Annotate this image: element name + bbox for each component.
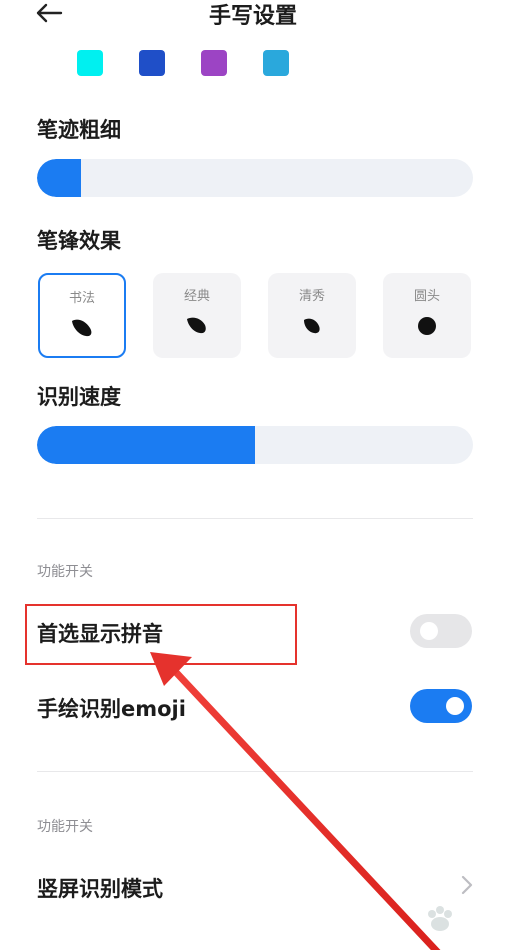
color-swatch-sky[interactable]	[263, 50, 289, 76]
recognition-speed-label: 识别速度	[37, 385, 121, 409]
pen-effect-option-label: 书法	[68, 291, 95, 306]
recognition-speed-slider-fill	[37, 426, 255, 464]
pen-effect-option-label: 圆头	[413, 289, 440, 304]
color-swatch-cyan[interactable]	[77, 50, 103, 76]
pen-effect-option-elegant[interactable]: 清秀	[268, 273, 356, 358]
pen-effect-label: 笔锋效果	[37, 229, 121, 253]
section-caption: 功能开关	[37, 819, 93, 835]
pen-effect-option-label: 清秀	[298, 289, 325, 304]
chevron-right-icon[interactable]	[458, 873, 476, 897]
divider	[37, 518, 473, 519]
stroke-width-slider-fill	[37, 159, 81, 197]
brush-tip-icon	[304, 318, 320, 334]
hand-drawn-emoji-label: 手绘识别emoji	[37, 697, 186, 721]
toggle-knob	[420, 622, 438, 640]
recognition-speed-slider[interactable]	[37, 426, 473, 464]
stroke-width-slider[interactable]	[37, 159, 473, 197]
baidu-watermark-icon	[428, 906, 452, 931]
header: 手写设置	[0, 0, 506, 30]
color-swatch-blue[interactable]	[139, 50, 165, 76]
annotation-highlight-box	[25, 604, 297, 665]
color-swatch-purple[interactable]	[201, 50, 227, 76]
pen-effect-option-calligraphy[interactable]: 书法	[38, 273, 126, 358]
section-caption: 功能开关	[37, 564, 93, 580]
pen-effect-option-round[interactable]: 圆头	[383, 273, 471, 358]
page-title: 手写设置	[208, 4, 297, 29]
hand-drawn-emoji-toggle[interactable]	[410, 689, 472, 723]
brush-tip-icon	[187, 317, 206, 334]
toggle-knob	[446, 697, 464, 715]
round-tip-icon	[418, 317, 436, 335]
stroke-width-label: 笔迹粗细	[37, 118, 121, 142]
pen-effect-option-label: 经典	[183, 289, 210, 304]
brush-tip-icon	[72, 319, 92, 337]
prefer-pinyin-toggle[interactable]	[410, 614, 472, 648]
divider	[37, 771, 473, 772]
pen-effect-option-classic[interactable]: 经典	[153, 273, 241, 358]
portrait-recognition-mode-label[interactable]: 竖屏识别模式	[37, 873, 163, 903]
